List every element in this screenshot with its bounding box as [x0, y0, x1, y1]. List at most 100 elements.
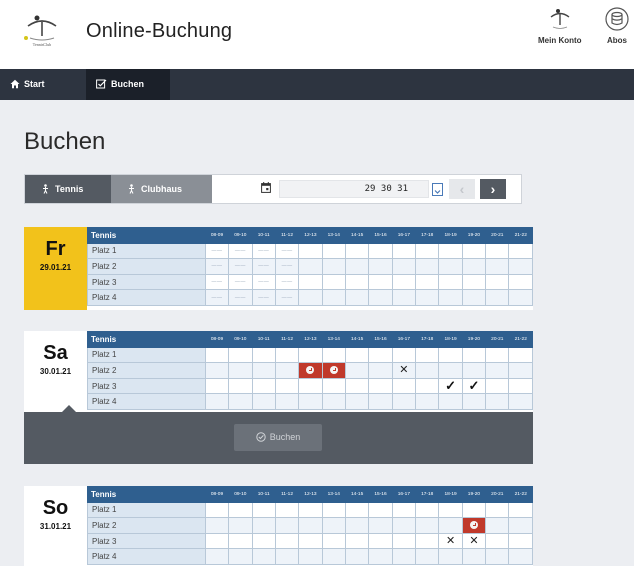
time-slot-cell[interactable]	[391, 393, 417, 410]
time-slot-cell[interactable]	[415, 532, 440, 550]
time-slot-cell[interactable]	[251, 532, 276, 550]
time-slot-cell[interactable]	[485, 242, 510, 260]
time-slot-cell[interactable]	[251, 362, 276, 379]
time-slot-cell[interactable]	[251, 346, 276, 364]
time-slot-cell[interactable]	[204, 532, 230, 550]
time-slot-cell[interactable]	[461, 346, 487, 364]
time-slot-cell[interactable]	[368, 289, 393, 306]
time-slot-cell[interactable]	[415, 346, 440, 364]
time-slot-cell[interactable]	[391, 289, 417, 306]
time-slot-cell[interactable]	[344, 548, 370, 565]
time-slot-cell[interactable]	[415, 517, 440, 534]
time-slot-cell[interactable]	[274, 548, 300, 565]
time-slot-cell[interactable]	[228, 346, 253, 364]
time-slot-cell[interactable]	[485, 501, 510, 519]
time-slot-cell[interactable]	[485, 273, 510, 291]
time-slot-cell[interactable]	[415, 393, 440, 410]
time-slot-cell[interactable]	[321, 393, 346, 410]
time-slot-cell[interactable]	[391, 532, 417, 550]
time-slot-cell[interactable]	[251, 393, 276, 410]
time-slot-cell[interactable]	[438, 289, 463, 306]
time-slot-cell[interactable]	[274, 346, 300, 364]
date-input[interactable]: 29 30 31	[279, 180, 429, 198]
time-slot-cell[interactable]	[321, 258, 346, 275]
time-slot-cell[interactable]	[251, 548, 276, 565]
time-slot-cell[interactable]	[508, 393, 533, 410]
time-slot-cell[interactable]	[368, 258, 393, 275]
time-slot-cell[interactable]	[344, 346, 370, 364]
time-slot-cell[interactable]	[344, 377, 370, 395]
time-slot-cell[interactable]	[368, 532, 393, 550]
time-slot-cell[interactable]	[415, 289, 440, 306]
time-slot-cell[interactable]	[438, 346, 463, 364]
time-slot-cell[interactable]	[368, 242, 393, 260]
time-slot-cell[interactable]	[415, 362, 440, 379]
time-slot-cell[interactable]	[228, 362, 253, 379]
time-slot-cell[interactable]	[415, 501, 440, 519]
time-slot-cell[interactable]	[344, 501, 370, 519]
prev-day-button[interactable]: ‹	[449, 179, 475, 199]
time-slot-cell[interactable]	[485, 548, 510, 565]
time-slot-cell[interactable]	[204, 377, 230, 395]
time-slot-cell[interactable]	[344, 289, 370, 306]
time-slot-cell[interactable]	[274, 501, 300, 519]
time-slot-cell[interactable]	[368, 346, 393, 364]
time-slot-cell[interactable]	[438, 273, 463, 291]
book-button[interactable]: Buchen	[234, 424, 322, 451]
sport-tennis-button[interactable]: Tennis	[25, 175, 111, 203]
time-slot-cell[interactable]	[485, 346, 510, 364]
time-slot-cell[interactable]	[508, 289, 533, 306]
time-slot-cell[interactable]	[508, 346, 533, 364]
time-slot-cell[interactable]	[204, 393, 230, 410]
time-slot-cell[interactable]	[298, 258, 323, 275]
sport-clubhaus-button[interactable]: Clubhaus	[111, 175, 212, 203]
time-slot-cell[interactable]	[485, 532, 510, 550]
abos-button[interactable]: Abos	[604, 6, 630, 45]
time-slot-cell[interactable]	[415, 377, 440, 395]
time-slot-cell[interactable]	[508, 258, 533, 275]
time-slot-cell[interactable]	[298, 517, 323, 534]
time-slot-cell[interactable]	[298, 393, 323, 410]
time-slot-cell[interactable]	[298, 242, 323, 260]
time-slot-cell[interactable]	[508, 377, 533, 395]
time-slot-cell[interactable]	[298, 289, 323, 306]
time-slot-cell[interactable]	[508, 532, 533, 550]
time-slot-cell[interactable]	[368, 273, 393, 291]
time-slot-cell[interactable]	[461, 289, 487, 306]
time-slot-cell[interactable]	[391, 273, 417, 291]
slot-booked[interactable]	[461, 517, 487, 534]
time-slot-cell[interactable]	[298, 273, 323, 291]
time-slot-cell[interactable]	[204, 517, 230, 534]
slot-selected[interactable]: ✓	[461, 377, 487, 395]
calendar-icon[interactable]	[261, 182, 271, 193]
time-slot-cell[interactable]	[461, 548, 487, 565]
time-slot-cell[interactable]	[344, 242, 370, 260]
time-slot-cell[interactable]	[508, 242, 533, 260]
time-slot-cell[interactable]	[298, 346, 323, 364]
time-slot-cell[interactable]	[321, 377, 346, 395]
time-slot-cell[interactable]	[344, 517, 370, 534]
time-slot-cell[interactable]	[391, 501, 417, 519]
time-slot-cell[interactable]	[508, 501, 533, 519]
time-slot-cell[interactable]	[391, 258, 417, 275]
time-slot-cell[interactable]	[321, 548, 346, 565]
time-slot-cell[interactable]	[391, 517, 417, 534]
nav-start[interactable]: Start	[0, 69, 55, 100]
time-slot-cell[interactable]	[344, 532, 370, 550]
slot-cancel[interactable]: ✕	[391, 362, 417, 379]
time-slot-cell[interactable]	[344, 273, 370, 291]
time-slot-cell[interactable]	[438, 242, 463, 260]
time-slot-cell[interactable]	[204, 362, 230, 379]
club-logo[interactable]: TennisClub	[22, 12, 62, 56]
time-slot-cell[interactable]	[368, 501, 393, 519]
time-slot-cell[interactable]	[415, 258, 440, 275]
time-slot-cell[interactable]	[415, 273, 440, 291]
time-slot-cell[interactable]	[321, 517, 346, 534]
time-slot-cell[interactable]	[228, 517, 253, 534]
time-slot-cell[interactable]	[508, 548, 533, 565]
time-slot-cell[interactable]	[461, 362, 487, 379]
time-slot-cell[interactable]	[204, 501, 230, 519]
time-slot-cell[interactable]	[461, 273, 487, 291]
time-slot-cell[interactable]	[251, 517, 276, 534]
time-slot-cell[interactable]	[485, 393, 510, 410]
